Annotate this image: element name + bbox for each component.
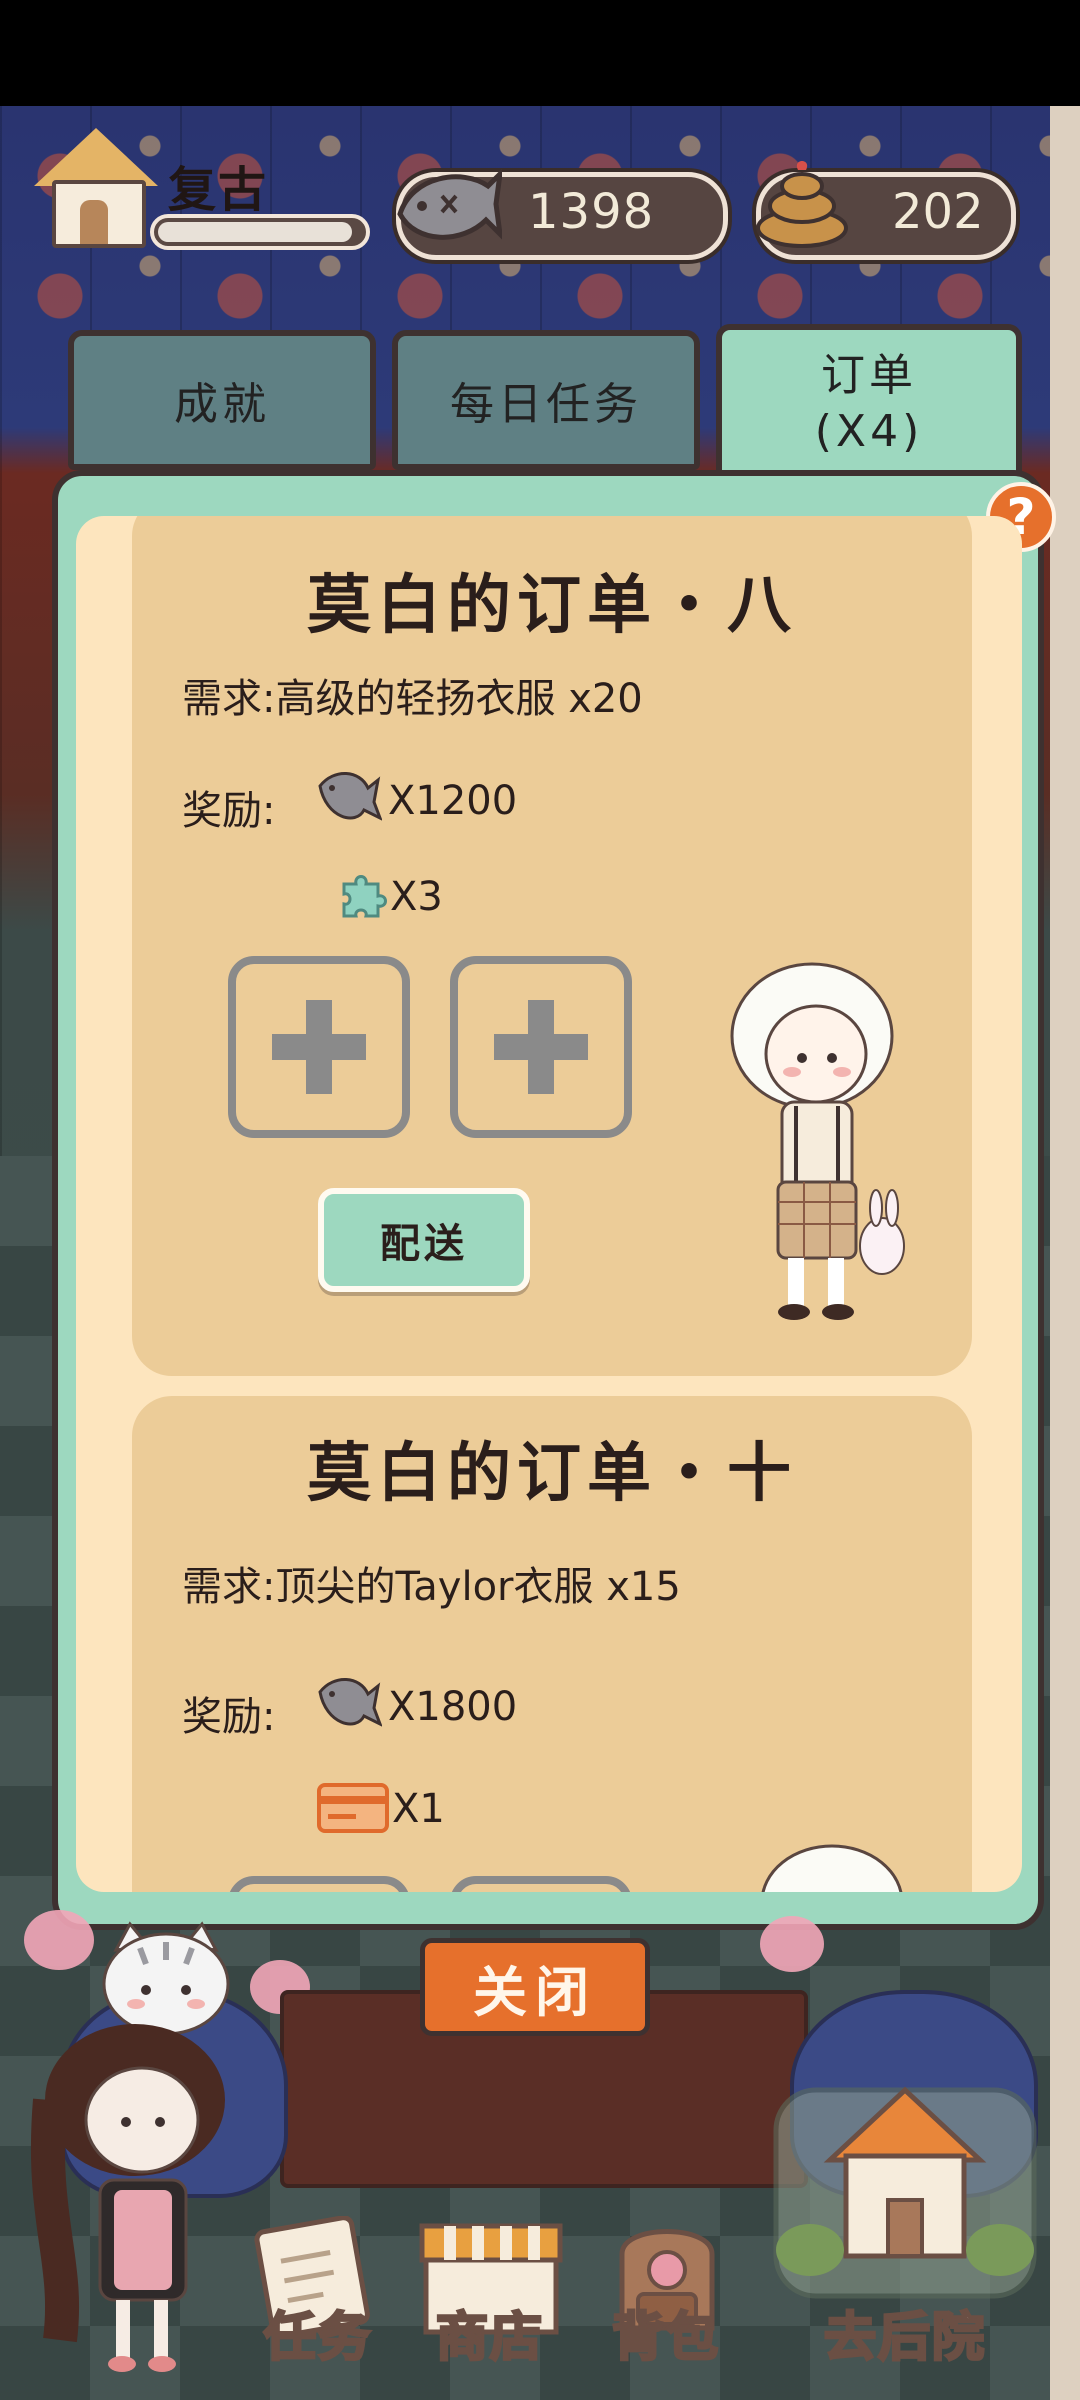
tab-achievement-label: 成就 bbox=[174, 379, 270, 430]
order-reward-label: 奖励: bbox=[182, 1694, 276, 1740]
tab-daily-tasks[interactable]: 每日任务 bbox=[392, 330, 700, 470]
fish-count: 1398 bbox=[528, 184, 655, 240]
reward-item-amount: X3 bbox=[390, 874, 443, 920]
customer-character bbox=[761, 1844, 903, 1892]
clothing-slot[interactable] bbox=[228, 1876, 410, 1892]
clothing-slot[interactable] bbox=[450, 956, 632, 1138]
paw-decoration bbox=[24, 1910, 94, 1970]
order-card: 莫白的订单・十 需求:顶尖的Taylor衣服 x15 奖励: X1800 X1 bbox=[132, 1396, 972, 1892]
tab-daily-tasks-label: 每日任务 bbox=[450, 379, 642, 430]
side-strip bbox=[1050, 106, 1080, 2400]
tab-orders-label: 订单 bbox=[821, 350, 917, 401]
order-requirement: 需求:高级的轻扬衣服 x20 bbox=[182, 676, 643, 722]
deliver-button-label: 配送 bbox=[380, 1221, 468, 1267]
nav-tasks[interactable]: 任务 bbox=[244, 2210, 392, 2370]
nav-backyard[interactable]: 去后院 bbox=[760, 2060, 1050, 2370]
close-button[interactable]: 关闭 bbox=[420, 1938, 650, 2036]
card-icon bbox=[317, 1783, 389, 1833]
deliver-button[interactable]: 配送 bbox=[318, 1188, 530, 1292]
fish-icon bbox=[318, 1678, 382, 1727]
status-bar bbox=[0, 0, 1080, 106]
order-card: 莫白的订单・八 需求:高级的轻扬衣服 x20 奖励: X1200 X3 配送 bbox=[132, 516, 972, 1376]
order-reward-label: 奖励: bbox=[182, 788, 276, 834]
reward-item-amount: X1 bbox=[392, 1786, 445, 1832]
home-house-icon[interactable] bbox=[34, 128, 158, 248]
order-title: 莫白的订单・八 bbox=[307, 569, 797, 643]
player-progress-fill bbox=[158, 222, 352, 242]
clothing-slot[interactable] bbox=[450, 1876, 632, 1892]
nav-backyard-label: 去后院 bbox=[822, 2307, 986, 2370]
player-progress-bar bbox=[150, 214, 370, 250]
player-name: 复古 bbox=[168, 162, 269, 218]
house-roof bbox=[34, 128, 158, 186]
nav-shop[interactable]: 商店 bbox=[410, 2210, 570, 2370]
nav-shop-label: 商店 bbox=[434, 2307, 544, 2370]
customer-character bbox=[730, 962, 905, 1320]
reward-fish-amount: X1200 bbox=[388, 778, 518, 824]
nav-tasks-label: 任务 bbox=[262, 2307, 372, 2370]
backyard-house-icon bbox=[773, 2086, 1037, 2299]
girl-character bbox=[30, 2024, 225, 2372]
plus-icon-v bbox=[528, 1000, 554, 1094]
fish-icon bbox=[392, 156, 504, 256]
reward-fish-amount: X1800 bbox=[388, 1684, 518, 1730]
nav-bag-label: 背包 bbox=[610, 2307, 720, 2370]
tab-achievement[interactable]: 成就 bbox=[68, 330, 376, 470]
poop-icon bbox=[752, 150, 852, 250]
order-title: 莫白的订单・十 bbox=[307, 1437, 797, 1511]
orders-list[interactable]: 莫白的订单・八 需求:高级的轻扬衣服 x20 奖励: X1200 X3 配送 莫… bbox=[76, 516, 1022, 1892]
order-requirement: 需求:顶尖的Taylor衣服 x15 bbox=[182, 1564, 681, 1610]
close-button-label: 关闭 bbox=[473, 1960, 597, 2024]
house-door bbox=[80, 200, 108, 244]
tab-orders-count: (X4) bbox=[814, 406, 924, 457]
fish-icon bbox=[318, 772, 382, 821]
tab-orders[interactable]: 订单 (X4) bbox=[716, 324, 1022, 484]
paw-decoration bbox=[760, 1916, 824, 1972]
poop-count: 202 bbox=[892, 184, 984, 240]
puzzle-piece-icon bbox=[342, 875, 387, 918]
clothing-slot[interactable] bbox=[228, 956, 410, 1138]
nav-bag[interactable]: 背包 bbox=[592, 2210, 740, 2370]
plus-icon-v bbox=[306, 1000, 332, 1094]
